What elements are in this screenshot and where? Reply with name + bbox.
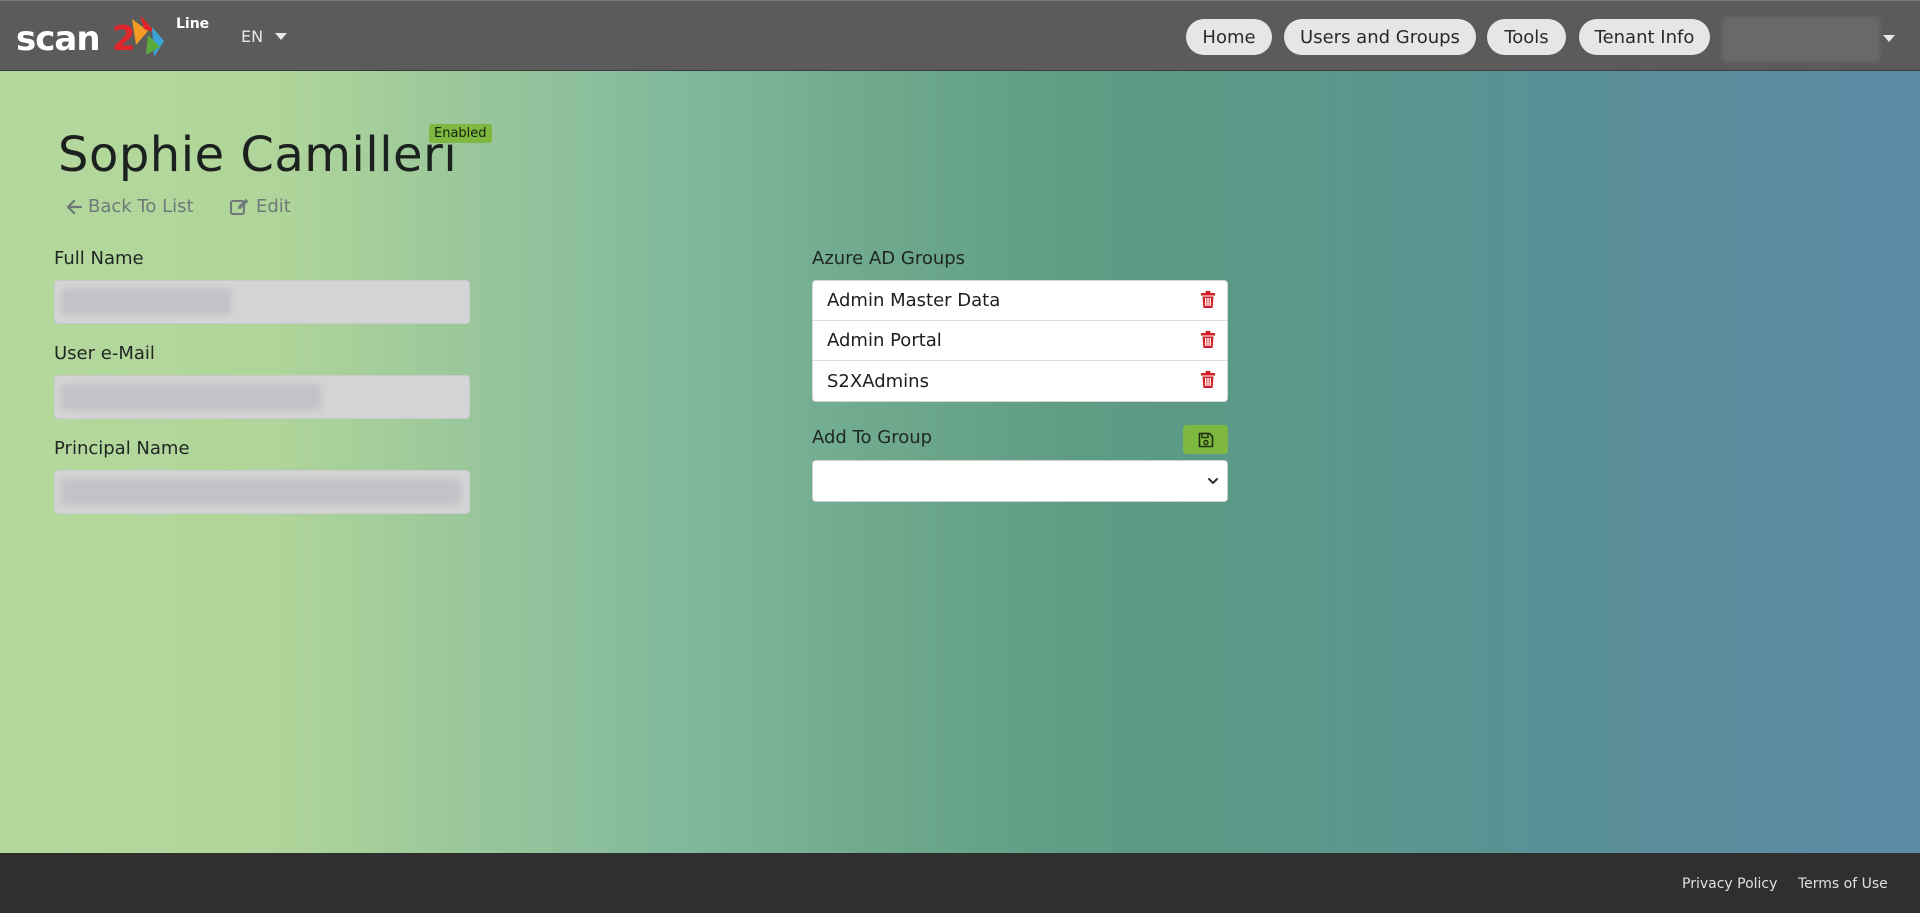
full-name-redacted	[61, 289, 231, 315]
trash-icon[interactable]	[1201, 331, 1215, 348]
edit-label: Edit	[256, 196, 291, 217]
group-item: S2XAdmins	[813, 361, 1227, 401]
principal-name-field[interactable]	[54, 470, 470, 514]
logo-mark-icon	[132, 15, 164, 57]
groups-list: Admin Master Data Admin Portal S2XAdmins	[812, 280, 1228, 402]
logo-suffix: Line	[176, 16, 210, 32]
page-title: Sophie Camilleri	[58, 127, 458, 183]
full-name-field[interactable]	[54, 280, 470, 324]
principal-name-label: Principal Name	[54, 438, 190, 459]
user-email-redacted	[61, 384, 321, 410]
user-menu[interactable]	[1722, 17, 1880, 62]
logo-text: scan	[16, 19, 101, 59]
back-to-list-link[interactable]: Back To List	[66, 196, 194, 217]
group-name: S2XAdmins	[827, 370, 929, 392]
save-button[interactable]	[1183, 425, 1228, 454]
group-item: Admin Portal	[813, 321, 1227, 361]
group-name: Admin Master Data	[827, 290, 1001, 311]
user-menu-caret-icon[interactable]	[1883, 35, 1895, 42]
edit-link[interactable]: Edit	[230, 196, 291, 217]
edit-icon	[230, 198, 249, 215]
trash-icon[interactable]	[1201, 291, 1215, 308]
footer: Privacy Policy Terms of Use	[0, 853, 1920, 913]
full-name-label: Full Name	[54, 248, 144, 269]
azure-ad-groups-label: Azure AD Groups	[812, 248, 966, 269]
group-item: Admin Master Data	[813, 281, 1227, 321]
terms-of-use-link[interactable]: Terms of Use	[1798, 876, 1888, 892]
language-label: EN	[241, 27, 264, 46]
save-icon	[1198, 432, 1213, 447]
user-email-field[interactable]	[54, 375, 470, 419]
top-navbar: scan 2 Line EN Home Users and Groups Too…	[0, 0, 1920, 71]
principal-name-redacted	[61, 479, 461, 505]
add-to-group-label: Add To Group	[812, 427, 933, 448]
brand-logo[interactable]: scan 2 Line	[16, 13, 221, 61]
language-dropdown[interactable]: EN	[241, 27, 288, 46]
nav-tools-button[interactable]: Tools	[1487, 19, 1566, 55]
back-to-list-label: Back To List	[88, 196, 194, 217]
trash-icon[interactable]	[1201, 371, 1215, 388]
status-badge: Enabled	[429, 124, 492, 143]
nav-home-button[interactable]: Home	[1186, 19, 1272, 55]
user-email-label: User e-Mail	[54, 343, 155, 364]
user-avatar-redacted	[1722, 17, 1880, 62]
caret-down-icon	[275, 33, 288, 40]
privacy-policy-link[interactable]: Privacy Policy	[1682, 876, 1777, 892]
add-to-group-select[interactable]	[812, 460, 1228, 502]
group-name: Admin Portal	[827, 330, 942, 351]
nav-tenant-info-button[interactable]: Tenant Info	[1579, 19, 1710, 55]
main-content: Sophie Camilleri Enabled Back To List Ed…	[0, 71, 1920, 853]
arrow-left-icon	[66, 199, 82, 214]
chevron-down-icon	[1208, 478, 1218, 484]
nav-users-groups-button[interactable]: Users and Groups	[1284, 19, 1476, 55]
